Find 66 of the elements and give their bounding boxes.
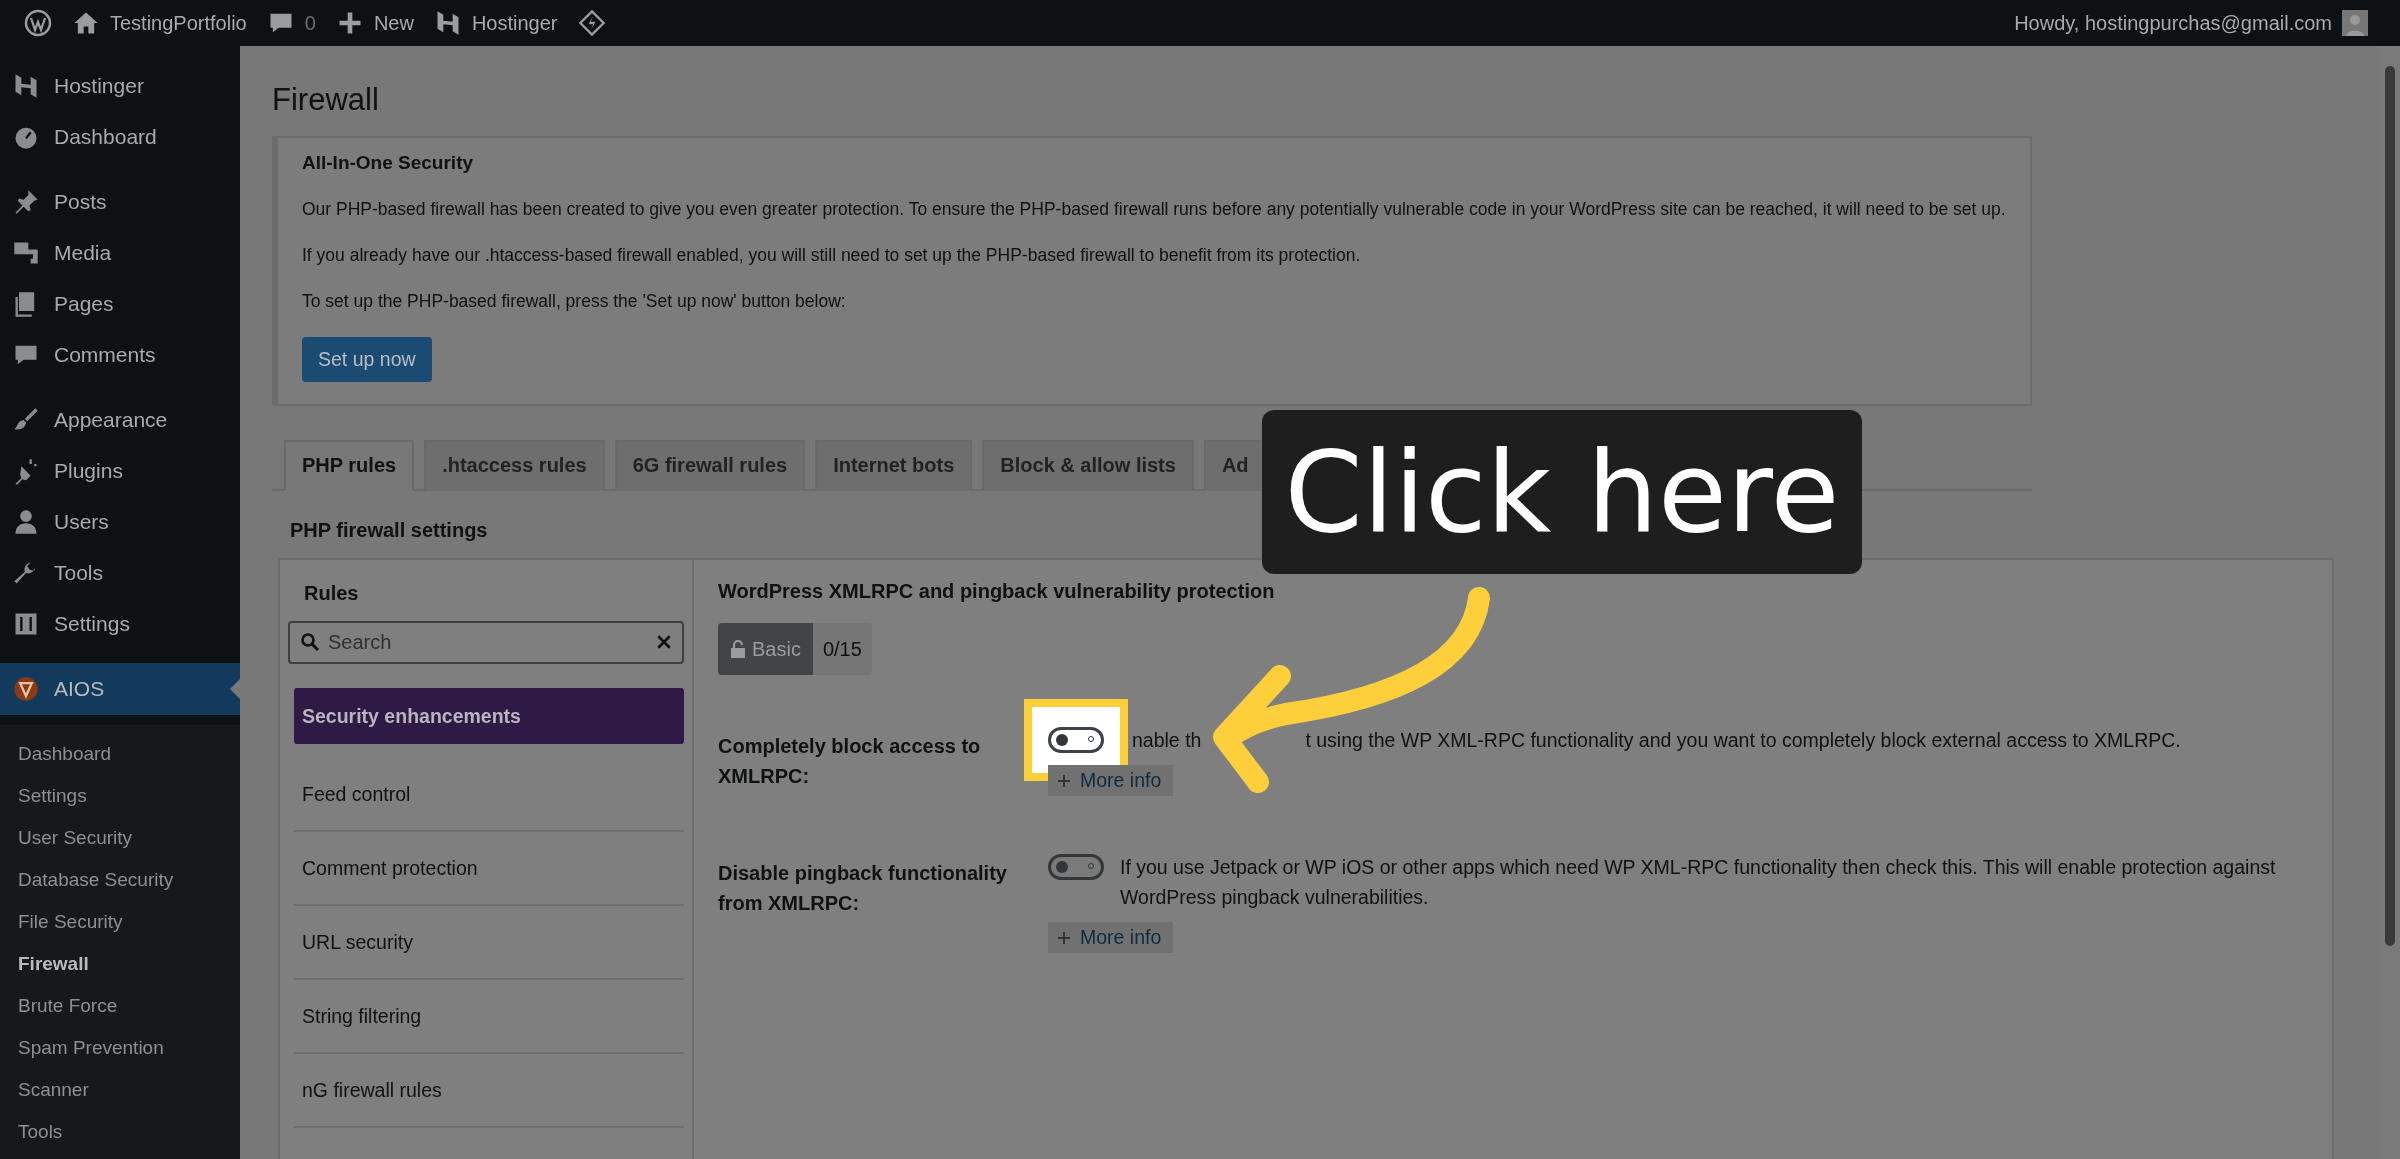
account-greeting[interactable]: Howdy, hostingpurchas@gmail.com	[2014, 11, 2332, 35]
notice-text: Our PHP-based firewall has been created to give you even greater protection. To ensure the PHP-based firewall runs before any potentially vulnerable code in your WordPress site can be reached, it will need to be set up.	[302, 199, 2006, 220]
tab[interactable]: PHP rules	[284, 440, 415, 491]
setting-label: Completely block access to XMLRPC:	[718, 734, 982, 789]
shield-icon	[12, 675, 40, 703]
new-link[interactable]: New	[373, 11, 414, 35]
diamond-icon[interactable]	[577, 9, 606, 37]
tab[interactable]: 6G firewall rules	[614, 440, 806, 491]
sidebar-item[interactable]: AIOS	[0, 663, 240, 715]
submenu-item[interactable]: Spam Prevention	[0, 1027, 240, 1069]
submenu-item[interactable]: File Security	[0, 901, 240, 943]
submenu-item[interactable]: Database Security	[0, 859, 240, 901]
tab[interactable]: .htaccess rules	[424, 440, 605, 491]
sidebar-item[interactable]: Users	[0, 496, 240, 547]
notice-text: If you already have our .htaccess-based firewall enabled, you will still need to set up the PHP-based firewall to benefit from its protection.	[302, 245, 1362, 266]
section-heading: WordPress XMLRPC and pingback vulnerability protection	[718, 580, 1276, 603]
rule-item[interactable]: Security enhancements	[294, 688, 684, 744]
set-up-now-button[interactable]: Set up now	[302, 337, 432, 382]
sidebar-item[interactable]: Dashboard	[0, 111, 240, 162]
submenu-item[interactable]: Brute Force	[0, 985, 240, 1027]
notice-text: To set up the PHP-based firewall, press the 'Set up now' button below:	[302, 291, 847, 312]
tab[interactable]: Internet bots	[815, 440, 973, 491]
sidebar-item[interactable]: Media	[0, 227, 240, 278]
sidebar-item[interactable]: Appearance	[0, 394, 240, 445]
rule-item[interactable]: nG firewall rules	[294, 1054, 684, 1128]
setting-label: Disable pingback functionality from XMLRPC:	[718, 861, 1008, 916]
click-here-tooltip: Click here	[1262, 410, 1862, 574]
tab[interactable]: Block & allow lists	[982, 440, 1194, 491]
rule-item[interactable]: URL security	[294, 906, 684, 980]
comment-count[interactable]: 0	[304, 11, 316, 35]
setting-description: t using the WP XML-RPC functionality and you want to completely block external access to XMLRPC.	[1305, 729, 2181, 751]
hostinger-link[interactable]: Hostinger	[471, 11, 558, 35]
wordpress-logo-icon[interactable]	[24, 9, 52, 37]
sidebar-item[interactable]: Settings	[0, 598, 240, 649]
submenu-item[interactable]: Scanner	[0, 1069, 240, 1111]
level-label: Basic	[752, 637, 801, 661]
search-field[interactable]: Search	[288, 621, 684, 664]
sidebar-item[interactable]: Comments	[0, 329, 240, 380]
notice-heading: All-In-One Security	[302, 152, 475, 174]
rule-item[interactable]: Feed control	[294, 758, 684, 832]
search-icon	[300, 632, 320, 652]
sidebar-item[interactable]: Tools	[0, 547, 240, 598]
more-info-button[interactable]: More info	[1048, 922, 1174, 953]
setting-description: If you use Jetpack or WP iOS or other apps which need WP XML-RPC functionality then check this. This will enable protection against WordPress pingback vulnerabilities.	[1120, 856, 2276, 908]
rule-item[interactable]: String filtering	[294, 980, 684, 1054]
sidebar-item[interactable]: Plugins	[0, 445, 240, 496]
site-name-link[interactable]: TestingPortfolio	[110, 11, 247, 35]
submenu-item[interactable]: Firewall	[0, 943, 240, 985]
section-title: PHP firewall settings	[290, 519, 489, 542]
toggle-switch[interactable]	[1048, 727, 1104, 753]
more-info-button[interactable]: More info	[1048, 765, 1174, 796]
sidebar-item[interactable]: Hostinger	[0, 60, 240, 111]
sidebar-item[interactable]: Posts	[0, 176, 240, 227]
submenu-item[interactable]: Dashboard	[0, 733, 240, 775]
score-count: 0/15	[812, 623, 872, 675]
lock-icon	[730, 639, 746, 659]
rule-item[interactable]: Comment protection	[294, 832, 684, 906]
rules-heading: Rules	[303, 581, 360, 606]
submenu-item[interactable]: User Security	[0, 817, 240, 859]
submenu-item[interactable]: Settings	[0, 775, 240, 817]
submenu-item[interactable]: Tools	[0, 1111, 240, 1153]
setting-description: nable th	[1132, 729, 1202, 751]
toggle-switch[interactable]	[1048, 854, 1104, 880]
close-icon[interactable]	[656, 634, 672, 650]
page-title: Firewall	[272, 82, 380, 118]
sidebar-item[interactable]: Pages	[0, 278, 240, 329]
